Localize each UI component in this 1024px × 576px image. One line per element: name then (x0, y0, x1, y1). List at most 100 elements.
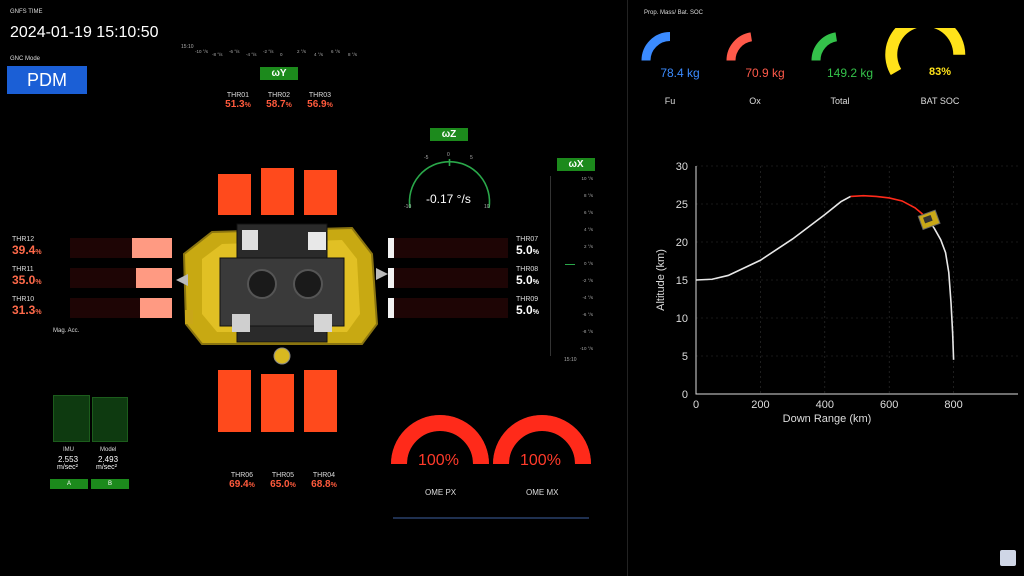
gnc-mode-label: GNC Mode (10, 56, 41, 62)
prop-gauge-value: 78.4 kg (660, 66, 700, 80)
thruster-top-readouts: THR01 51.3% THR02 58.7% THR03 56.9% (218, 92, 348, 118)
thruster-bar (140, 298, 172, 318)
thruster-name: THR02 (267, 92, 291, 99)
thruster-name: THR12 (12, 236, 35, 243)
wz-tick-neg5: -5 (424, 155, 429, 161)
model-value: 2.493 (98, 455, 119, 464)
wx-tick: -2 °/s (582, 278, 593, 283)
thruster-readout: THR03 56.9% (300, 92, 340, 110)
wy-tick-start: 15:10 (181, 44, 194, 50)
wy-tick: 6 °/s (331, 49, 341, 54)
thruster-value: 68.8% (311, 479, 337, 490)
thruster-bar-track (388, 298, 508, 318)
thruster-bar (304, 170, 337, 215)
thruster-value: 69.4% (229, 479, 255, 490)
x-tick-label: 200 (751, 399, 769, 411)
wz-tick-neg10: -10 (404, 204, 412, 210)
thruster-name: THR11 (12, 266, 34, 273)
thruster-readout: THR10 31.3% (12, 296, 42, 317)
thruster-value: 39.4% (12, 243, 42, 257)
time-label: GNFS TIME (10, 9, 43, 15)
button-b[interactable]: B (91, 479, 129, 489)
thruster-bar (261, 168, 294, 215)
model-unit: m/sec² (96, 464, 117, 471)
prop-gauge-value: 83% (928, 66, 952, 78)
y-tick-label: 5 (682, 351, 688, 363)
thruster-name: THR04 (312, 472, 336, 479)
wy-tick: -8 °/s (212, 52, 223, 57)
wx-indicator (565, 264, 575, 265)
model-bar (92, 397, 128, 442)
wx-tick: 6 °/s (583, 210, 593, 215)
mag-acc-title: Mag. Acc. (53, 328, 80, 334)
thruster-readout: THR04 68.8% (304, 472, 344, 490)
thruster-bar (304, 370, 337, 432)
time-value: 2024-01-19 15:10:50 (10, 24, 159, 41)
thruster-readout: THR08 5.0% (516, 266, 539, 287)
model-label: Model (100, 447, 117, 453)
thruster-readout: THR06 69.4% (222, 472, 262, 490)
prop-panel-title: Prop. Mass/ Bat. SOC (644, 10, 704, 16)
wz-value: -0.17 °/s (426, 192, 471, 206)
thruster-bottom-bars (218, 370, 340, 432)
wx-tick: -10 °/s (579, 346, 593, 351)
prop-gauge-texts: 78.4 kg Fu 70.9 kg Ox 149.2 kg Total 83% BAT SO… (628, 28, 1024, 118)
wy-tick: 8 °/s (348, 52, 358, 57)
thruster-value: 5.0% (516, 303, 539, 317)
imu-unit: m/sec² (57, 464, 78, 471)
button-a[interactable]: A (50, 479, 88, 489)
wx-tick: 10 °/s (581, 176, 593, 181)
wz-tick-pos10: 10 (484, 204, 490, 210)
wx-tick-strip: 10 °/s 8 °/s 6 °/s 4 °/s 2 °/s 0 °/s -2 °/s -4 … (550, 176, 599, 356)
thruster-bar (261, 374, 294, 432)
wy-tick: 2 °/s (297, 49, 307, 54)
thruster-readout: THR12 39.4% (12, 236, 42, 257)
thruster-value: 65.0% (270, 479, 296, 490)
thruster-bar-track (388, 238, 508, 258)
wx-time: 15:10 (564, 357, 577, 363)
y-tick-label: 0 (682, 389, 688, 401)
thruster-value: 56.9% (307, 99, 333, 110)
wx-tick: 0 °/s (583, 261, 593, 266)
prop-gauge-label: Total (830, 96, 850, 106)
y-axis-label: Altitude (km) (655, 249, 667, 311)
wy-tick: -2 °/s (263, 49, 274, 54)
ome-mx-value: 100% (520, 452, 561, 469)
logo-icon (1000, 550, 1016, 566)
thruster-name: THR08 (516, 266, 539, 273)
thruster-name: THR06 (230, 472, 254, 479)
wy-tick: 0 (280, 52, 283, 57)
thruster-bar (136, 268, 172, 288)
trajectory-line (695, 195, 851, 281)
wy-tick-strip: -10 °/s -8 °/s -6 °/s -4 °/s -2 °/s 0 2 °/s 4 °… (195, 49, 365, 61)
thruster-value: 31.3% (12, 303, 42, 317)
thruster-bar-track (388, 268, 508, 288)
wy-tick: 4 °/s (314, 52, 324, 57)
wx-tick: -4 °/s (582, 295, 593, 300)
thruster-value: 5.0% (516, 273, 539, 287)
imu-bar (53, 395, 90, 442)
ome-px-label: OME PX (425, 488, 457, 497)
prop-gauge-label: Ox (749, 96, 761, 106)
thruster-value: 51.3% (225, 99, 251, 110)
trajectory-line (927, 218, 955, 360)
wy-tick: -4 °/s (246, 52, 257, 57)
prop-gauge-label: BAT SOC (920, 96, 960, 106)
thruster-readout: THR01 51.3% (218, 92, 258, 110)
thruster-value: 35.0% (12, 273, 42, 287)
imu-value: 2.553 (58, 455, 79, 464)
wx-tick: 8 °/s (583, 193, 593, 198)
thruster-left-readouts: THR12 39.4% THR11 35.0% THR10 31.3% (12, 236, 72, 326)
y-tick-label: 30 (676, 161, 688, 173)
y-tick-label: 25 (676, 199, 688, 211)
ome-px-value: 100% (418, 452, 459, 469)
wz-tick-pos5: 5 (470, 155, 473, 161)
wy-tick: -10 °/s (195, 49, 209, 54)
thruster-bar (218, 174, 251, 215)
thruster-readout: THR02 58.7% (259, 92, 299, 110)
wz-label: ωZ (430, 128, 468, 141)
x-tick-label: 800 (944, 399, 962, 411)
wx-label: ωX (557, 158, 595, 171)
thruster-right-bars (388, 236, 518, 322)
gnc-mode-button[interactable]: PDM (7, 66, 87, 94)
